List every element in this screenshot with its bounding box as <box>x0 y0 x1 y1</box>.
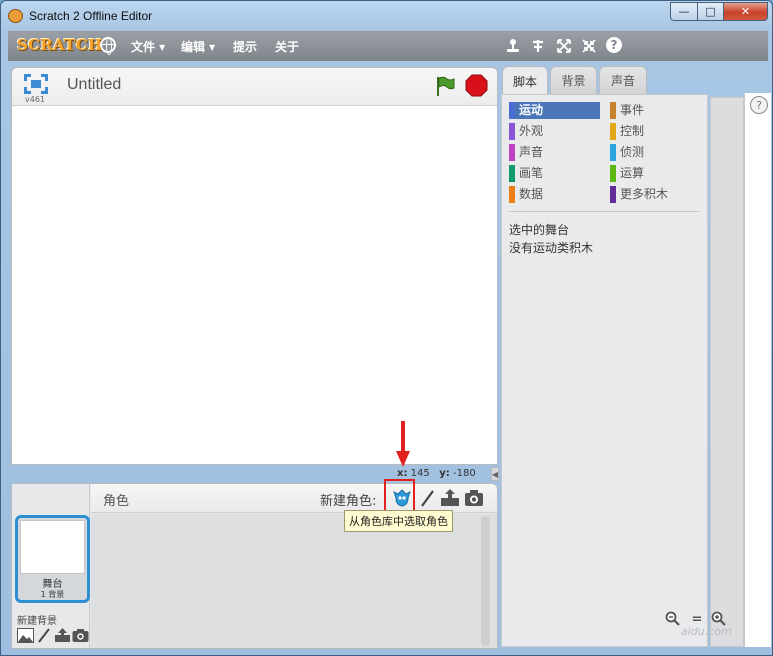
menu-edit[interactable]: 编辑 ▾ <box>181 38 215 55</box>
camera-backdrop-icon[interactable] <box>72 628 89 643</box>
category-label: 声音 <box>519 145 544 159</box>
green-flag-icon[interactable] <box>434 75 456 97</box>
palette-selected-stage-text: 选中的舞台 <box>509 223 570 237</box>
category-events[interactable]: 事件 <box>610 102 701 119</box>
category-color-bar <box>509 165 515 182</box>
category-label: 画笔 <box>519 166 544 180</box>
maximize-button[interactable]: □ <box>697 2 724 21</box>
sprite-header: 角色 新建角色: <box>91 484 497 513</box>
sprite-library-tooltip: 从角色库中选取角色 <box>344 510 453 532</box>
highlight-box-annotation <box>384 479 415 512</box>
grow-icon[interactable] <box>555 37 573 55</box>
app-window: Scratch 2 Offline Editor — □ ✕ SCRATCH 文… <box>0 0 773 656</box>
backdrop-library-icon[interactable] <box>17 628 34 643</box>
stage-header: v461 Untitled <box>12 68 497 106</box>
stage-thumbnail-name: 舞台 <box>42 579 63 590</box>
category-color-bar <box>610 165 616 182</box>
duplicate-icon[interactable] <box>504 37 522 55</box>
category-more-blocks[interactable]: 更多积木 <box>610 186 701 203</box>
category-label: 事件 <box>620 103 645 117</box>
red-arrow-annotation <box>396 421 410 467</box>
upload-backdrop-icon[interactable] <box>54 628 71 643</box>
category-label: 侦测 <box>620 145 645 159</box>
version-label: v461 <box>25 95 46 104</box>
category-color-bar <box>509 144 515 161</box>
stop-sign-icon[interactable] <box>465 74 488 97</box>
x-value: 145 <box>410 468 430 479</box>
category-sensing[interactable]: 侦测 <box>610 144 701 161</box>
category-color-bar <box>610 186 616 203</box>
scratch-logo[interactable]: SCRATCH <box>17 36 102 54</box>
window-title: Scratch 2 Offline Editor <box>29 9 153 23</box>
paint-backdrop-icon[interactable] <box>36 628 53 643</box>
menu-bar: SCRATCH 文件 ▾ 编辑 ▾ 提示 关于 ? <box>8 31 768 61</box>
menu-file[interactable]: 文件 ▾ <box>131 38 165 55</box>
scratch-cat-icon <box>8 9 23 23</box>
category-data[interactable]: 数据 <box>509 186 600 203</box>
menu-about[interactable]: 关于 <box>275 38 299 55</box>
help-question-icon[interactable]: ? <box>750 96 768 114</box>
upload-sprite-icon[interactable] <box>440 488 460 508</box>
stage-column: 舞台 1 背景 新建背景 <box>12 484 90 648</box>
category-divider <box>509 211 699 212</box>
block-palette: 运动 事件 外观 控制 声音 侦测 画笔 运算 数据 更多积木 选中的舞台 没有… <box>501 94 708 647</box>
collapse-arrow-icon[interactable]: ◀ <box>491 467 499 481</box>
sprites-label: 角色 <box>103 494 130 509</box>
category-label: 控制 <box>620 124 645 138</box>
sprite-list[interactable] <box>91 514 497 648</box>
project-title[interactable]: Untitled <box>67 76 121 94</box>
category-control[interactable]: 控制 <box>610 123 701 140</box>
y-label: y: <box>439 468 450 479</box>
title-bar: Scratch 2 Offline Editor — □ ✕ <box>1 1 772 31</box>
minimize-button[interactable]: — <box>670 2 698 21</box>
shrink-icon[interactable] <box>580 37 598 55</box>
paint-sprite-icon[interactable] <box>418 488 438 508</box>
stage-thumbnail-image <box>20 520 85 574</box>
category-color-bar <box>610 144 616 161</box>
category-looks[interactable]: 外观 <box>509 123 600 140</box>
sprite-list-scrollbar[interactable] <box>481 516 490 646</box>
new-sprite-label: 新建角色: <box>320 494 377 509</box>
stage-backdrop-count: 1 背景 <box>40 590 65 599</box>
category-label: 更多积木 <box>620 187 669 201</box>
language-globe-icon[interactable] <box>100 37 116 55</box>
stage-thumbnail[interactable]: 舞台 1 背景 <box>15 515 90 603</box>
script-area-margin <box>744 93 771 647</box>
zoom-out-icon[interactable] <box>665 611 681 627</box>
category-label: 运算 <box>620 166 645 180</box>
close-button[interactable]: ✕ <box>723 2 768 21</box>
category-color-bar <box>509 123 515 140</box>
delete-icon[interactable] <box>529 37 547 55</box>
stage-panel: v461 Untitled <box>11 67 498 465</box>
category-pen[interactable]: 画笔 <box>509 165 600 182</box>
y-value: -180 <box>453 468 476 479</box>
x-label: x: <box>397 468 408 479</box>
category-color-bar <box>509 186 515 203</box>
tab-sounds[interactable]: 声音 <box>599 66 647 94</box>
script-area[interactable] <box>710 97 744 647</box>
sprite-panel: 舞台 1 背景 新建背景 角色 新建角色: <box>11 483 498 649</box>
mouse-coordinates: x: 145 y: -180 <box>397 468 476 479</box>
category-sound[interactable]: 声音 <box>509 144 600 161</box>
category-label: 外观 <box>519 124 544 138</box>
category-motion[interactable]: 运动 <box>509 102 600 119</box>
category-color-bar <box>610 102 616 119</box>
category-color-bar <box>610 123 616 140</box>
tab-scripts[interactable]: 脚本 <box>502 66 548 95</box>
palette-no-blocks-text: 没有运动类积木 <box>509 241 594 255</box>
help-icon[interactable]: ? <box>606 37 622 53</box>
category-label: 运动 <box>519 103 544 117</box>
new-backdrop-label: 新建背景 <box>17 616 57 627</box>
tab-backdrops[interactable]: 背景 <box>550 66 597 94</box>
category-label: 数据 <box>519 187 544 201</box>
presentation-mode-icon[interactable] <box>24 74 48 94</box>
menu-tips[interactable]: 提示 <box>233 38 257 55</box>
category-color-bar <box>509 102 515 119</box>
category-operators[interactable]: 运算 <box>610 165 701 182</box>
camera-sprite-icon[interactable] <box>464 488 484 508</box>
watermark: aidu.com <box>681 625 732 638</box>
